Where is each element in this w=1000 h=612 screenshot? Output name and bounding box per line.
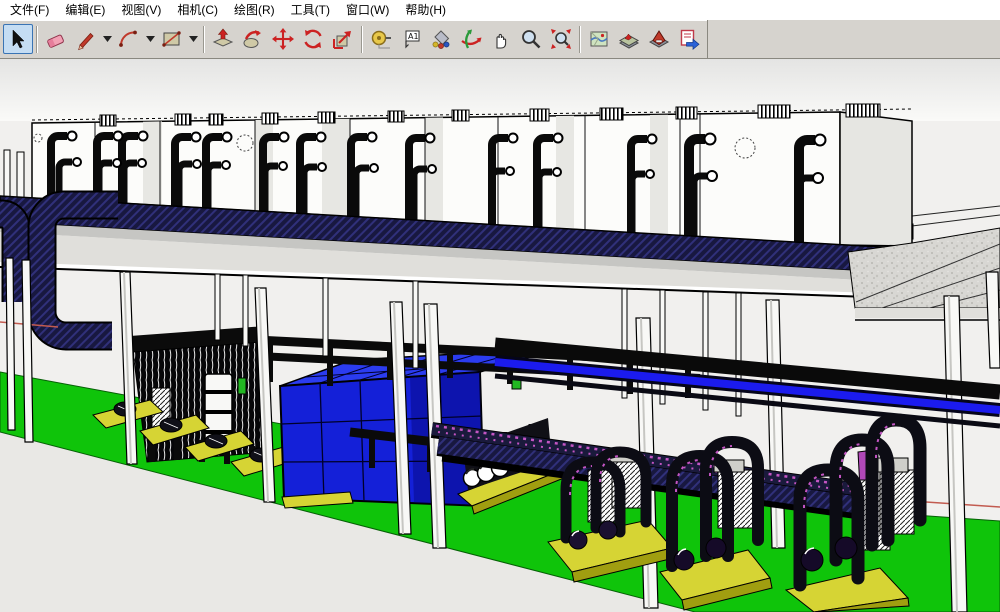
preview-in-google-earth-button[interactable] bbox=[674, 24, 704, 54]
push-pull-tool-button[interactable] bbox=[208, 24, 238, 54]
menu-camera[interactable]: 相机(C) bbox=[169, 0, 226, 21]
orbit-icon bbox=[459, 27, 483, 51]
paint-bucket-icon bbox=[429, 27, 453, 51]
move-icon bbox=[271, 27, 295, 51]
tape-measure-tool-button[interactable] bbox=[366, 24, 396, 54]
zoom-extents-tool-button[interactable] bbox=[546, 24, 576, 54]
svg-text:A1: A1 bbox=[408, 32, 419, 41]
rectangle-tool-button[interactable] bbox=[157, 24, 187, 54]
line-flyout-caret[interactable] bbox=[101, 24, 114, 54]
follow-me-tool-button[interactable] bbox=[238, 24, 268, 54]
pan-tool-button[interactable] bbox=[486, 24, 516, 54]
tape-measure-icon bbox=[369, 27, 393, 51]
terrain-layers-icon bbox=[617, 27, 641, 51]
eraser-icon bbox=[44, 27, 68, 51]
toolbar-panel: A1 bbox=[0, 20, 708, 59]
zoom-magnifier-icon bbox=[519, 27, 543, 51]
menu-tools[interactable]: 工具(T) bbox=[283, 0, 338, 21]
menu-help[interactable]: 帮助(H) bbox=[397, 0, 454, 21]
export-model-icon bbox=[677, 27, 701, 51]
menu-bar: 文件(F) 编辑(E) 视图(V) 相机(C) 绘图(R) 工具(T) 窗口(W… bbox=[0, 0, 1000, 20]
menu-window[interactable]: 窗口(W) bbox=[338, 0, 397, 21]
push-pull-icon bbox=[211, 27, 235, 51]
follow-me-icon bbox=[241, 27, 265, 51]
line-tool-button[interactable] bbox=[71, 24, 101, 54]
pencil-icon bbox=[74, 27, 98, 51]
zoom-tool-button[interactable] bbox=[516, 24, 546, 54]
zoom-extents-icon bbox=[549, 27, 573, 51]
scale-icon bbox=[331, 27, 355, 51]
chevron-down-icon bbox=[146, 34, 156, 44]
toolbar-separator bbox=[579, 26, 581, 53]
chevron-down-icon bbox=[189, 34, 199, 44]
scale-tool-button[interactable] bbox=[328, 24, 358, 54]
menu-view[interactable]: 视图(V) bbox=[113, 0, 169, 21]
menu-draw[interactable]: 绘图(R) bbox=[226, 0, 283, 21]
move-tool-button[interactable] bbox=[268, 24, 298, 54]
rectangle-icon bbox=[160, 27, 184, 51]
map-location-icon bbox=[587, 27, 611, 51]
text-tool-button[interactable]: A1 bbox=[396, 24, 426, 54]
toolbar-separator bbox=[36, 26, 38, 53]
menu-edit[interactable]: 编辑(E) bbox=[57, 0, 113, 21]
toolbar-separator bbox=[203, 26, 205, 53]
arc-icon bbox=[117, 27, 141, 51]
eraser-tool-button[interactable] bbox=[41, 24, 71, 54]
add-location-button[interactable] bbox=[584, 24, 614, 54]
rectangle-flyout-caret[interactable] bbox=[187, 24, 200, 54]
photo-textures-button[interactable] bbox=[644, 24, 674, 54]
select-tool-button[interactable] bbox=[3, 24, 33, 54]
orbit-tool-button[interactable] bbox=[456, 24, 486, 54]
toolbar: A1 bbox=[0, 20, 1000, 59]
text-label-icon: A1 bbox=[399, 27, 423, 51]
viewport-3d[interactable] bbox=[0, 59, 1000, 612]
paint-bucket-tool-button[interactable] bbox=[426, 24, 456, 54]
arc-flyout-caret[interactable] bbox=[144, 24, 157, 54]
toolbar-separator bbox=[361, 26, 363, 53]
chevron-down-icon bbox=[103, 34, 113, 44]
select-arrow-icon bbox=[6, 27, 30, 51]
photo-building-icon bbox=[647, 27, 671, 51]
menu-file[interactable]: 文件(F) bbox=[2, 0, 57, 21]
toggle-terrain-button[interactable] bbox=[614, 24, 644, 54]
rotate-tool-button[interactable] bbox=[298, 24, 328, 54]
rotate-icon bbox=[301, 27, 325, 51]
arc-tool-button[interactable] bbox=[114, 24, 144, 54]
pan-hand-icon bbox=[489, 27, 513, 51]
